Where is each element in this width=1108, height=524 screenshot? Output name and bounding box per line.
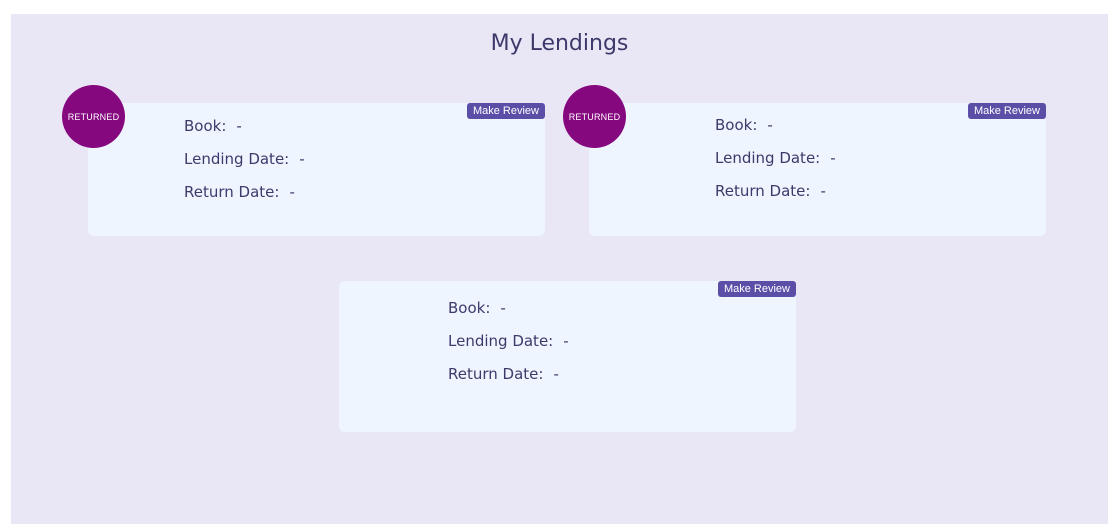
book-value: - [500, 299, 506, 317]
lending-card: Make Review Book: - Lending Date: - Retu… [589, 103, 1046, 236]
lending-card: Make Review Book: - Lending Date: - Retu… [339, 281, 796, 432]
lending-date-value: - [299, 150, 305, 168]
book-row: Book: - [715, 116, 836, 149]
lending-date-value: - [830, 149, 836, 167]
book-label: Book: [184, 117, 227, 135]
lending-date-label: Lending Date: [715, 149, 821, 167]
return-date-row: Return Date: - [184, 183, 305, 216]
make-review-button[interactable]: Make Review [717, 281, 796, 297]
book-label: Book: [448, 299, 491, 317]
return-date-label: Return Date: [184, 183, 280, 201]
book-row: Book: - [448, 299, 569, 332]
lending-date-row: Lending Date: - [715, 149, 836, 182]
book-value: - [236, 117, 242, 135]
return-date-row: Return Date: - [448, 365, 569, 398]
return-date-label: Return Date: [448, 365, 544, 383]
return-date-value: - [289, 183, 295, 201]
make-review-button[interactable]: Make Review [967, 103, 1046, 119]
lending-date-label: Lending Date: [448, 332, 554, 350]
make-review-button[interactable]: Make Review [466, 103, 545, 119]
returned-badge: RETURNED [62, 85, 125, 148]
book-value: - [767, 116, 773, 134]
return-date-label: Return Date: [715, 182, 811, 200]
return-date-value: - [553, 365, 559, 383]
book-label: Book: [715, 116, 758, 134]
page-title: My Lendings [490, 31, 629, 56]
book-row: Book: - [184, 117, 305, 150]
lendings-panel: My Lendings Make Review Book: - Lending … [11, 14, 1108, 524]
returned-badge: RETURNED [563, 85, 626, 148]
lending-date-value: - [563, 332, 569, 350]
lending-card: Make Review Book: - Lending Date: - Retu… [88, 103, 545, 236]
lending-date-row: Lending Date: - [184, 150, 305, 183]
lending-date-label: Lending Date: [184, 150, 290, 168]
return-date-row: Return Date: - [715, 182, 836, 215]
return-date-value: - [820, 182, 826, 200]
lending-date-row: Lending Date: - [448, 332, 569, 365]
